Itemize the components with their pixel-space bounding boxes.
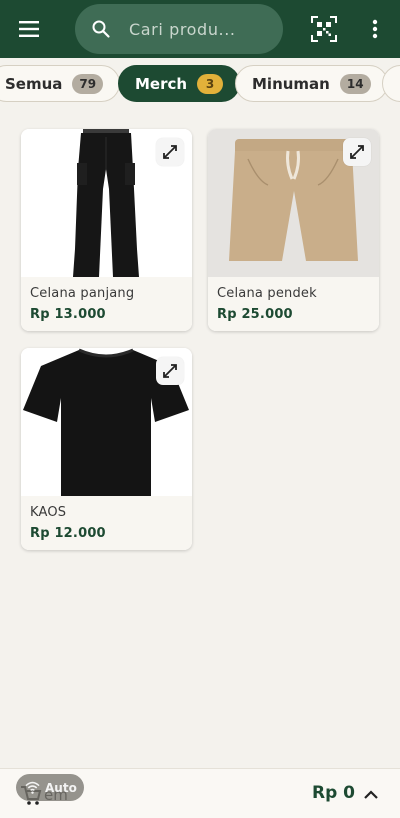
auto-badge-label: Auto xyxy=(45,780,77,795)
chip-count-badge: 79 xyxy=(72,73,104,94)
search-icon xyxy=(92,20,110,38)
cart-total: Rp 0 xyxy=(312,783,356,803)
product-name: KAOS xyxy=(30,505,67,520)
product-card[interactable]: Celana pendek Rp 25.000 xyxy=(208,129,379,331)
more-options-button[interactable] xyxy=(362,14,388,44)
product-card[interactable]: KAOS Rp 12.000 xyxy=(21,348,192,550)
search-bar[interactable] xyxy=(75,4,283,54)
hamburger-menu-icon xyxy=(19,21,39,37)
product-name: Celana pendek xyxy=(217,286,317,301)
product-info: Celana pendek Rp 25.000 xyxy=(208,277,379,331)
auto-connection-badge[interactable]: Auto xyxy=(16,774,84,801)
product-price: Rp 12.000 xyxy=(30,526,106,541)
expand-image-button[interactable] xyxy=(156,357,184,385)
expand-image-button[interactable] xyxy=(156,138,184,166)
product-info: KAOS Rp 12.000 xyxy=(21,496,192,550)
chip-merch[interactable]: Merch 3 xyxy=(118,65,241,102)
search-input[interactable] xyxy=(129,4,275,54)
chevron-up-icon xyxy=(364,790,378,799)
more-vertical-icon xyxy=(372,19,378,39)
expand-cart-button[interactable] xyxy=(358,782,384,808)
product-card[interactable]: Celana panjang Rp 13.000 xyxy=(21,129,192,331)
menu-button[interactable] xyxy=(10,10,48,48)
expand-image-button[interactable] xyxy=(343,138,371,166)
chip-count-badge: 14 xyxy=(339,73,371,94)
product-name: Celana panjang xyxy=(30,286,135,301)
wifi-icon xyxy=(25,781,40,794)
chip-next-partial[interactable] xyxy=(382,65,400,102)
product-price: Rp 13.000 xyxy=(30,307,106,322)
chip-count-badge: 3 xyxy=(197,73,224,94)
qr-scan-button[interactable] xyxy=(309,14,339,44)
chip-label: Semua xyxy=(5,74,63,93)
chip-label: Minuman xyxy=(252,74,330,93)
product-price: Rp 25.000 xyxy=(217,307,293,322)
chip-label: Merch xyxy=(135,74,188,93)
expand-icon xyxy=(163,364,177,378)
chip-semua[interactable]: Semua 79 xyxy=(0,65,121,102)
app-bar xyxy=(0,0,400,58)
chip-minuman[interactable]: Minuman 14 xyxy=(235,65,388,102)
product-info: Celana panjang Rp 13.000 xyxy=(21,277,192,331)
expand-icon xyxy=(350,145,364,159)
expand-icon xyxy=(163,145,177,159)
category-chips: Semua 79 Merch 3 Minuman 14 xyxy=(0,64,400,104)
qr-scan-icon xyxy=(311,16,337,42)
